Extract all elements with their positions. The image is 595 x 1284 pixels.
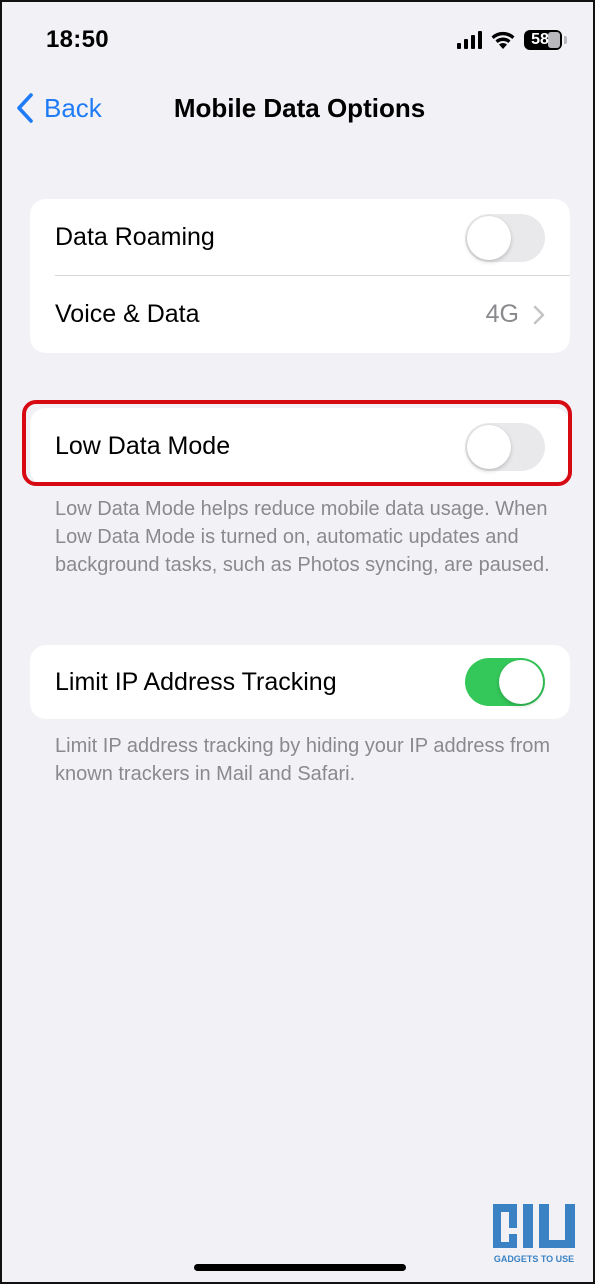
wifi-icon <box>491 31 515 49</box>
status-bar: 18:50 58 <box>2 2 593 76</box>
home-indicator[interactable] <box>194 1264 406 1271</box>
battery-icon: 58 <box>524 30 562 50</box>
navigation-bar: Mobile Data Options Back <box>2 82 593 134</box>
data-roaming-toggle[interactable] <box>465 213 545 262</box>
roaming-voice-group: Data Roaming Voice & Data 4G <box>30 199 570 353</box>
limit-ip-toggle[interactable] <box>465 658 545 706</box>
status-icons: 58 <box>457 28 567 52</box>
limit-ip-row: Limit IP Address Tracking <box>30 645 570 719</box>
voice-data-label: Voice & Data <box>55 300 200 328</box>
low-data-mode-label: Low Data Mode <box>55 432 231 460</box>
low-data-mode-toggle[interactable] <box>465 422 545 471</box>
status-time: 18:50 <box>46 26 109 53</box>
watermark-text: GADGETS TO USE <box>494 1254 574 1264</box>
voice-data-value: 4G <box>485 300 519 328</box>
voice-data-row[interactable]: Voice & Data 4G <box>30 276 570 353</box>
chevron-left-icon <box>17 93 33 123</box>
data-roaming-label: Data Roaming <box>55 223 215 251</box>
low-data-mode-footnote: Low Data Mode helps reduce mobile data u… <box>55 498 550 576</box>
battery-nub <box>564 36 567 44</box>
limit-ip-footnote: Limit IP address tracking by hiding your… <box>55 735 551 785</box>
data-roaming-row: Data Roaming <box>30 199 570 276</box>
limit-ip-group: Limit IP Address Tracking <box>30 645 570 719</box>
low-data-mode-group: Low Data Mode <box>30 408 570 485</box>
limit-ip-label: Limit IP Address Tracking <box>55 667 337 696</box>
back-label: Back <box>44 92 102 123</box>
signal-bars-icon <box>457 31 482 49</box>
low-data-mode-row: Low Data Mode <box>30 408 570 485</box>
chevron-right-icon <box>533 305 545 324</box>
battery-level: 58 <box>531 31 549 48</box>
gadgets-to-use-logo: GADGETS TO USE <box>493 1204 575 1264</box>
back-button[interactable]: Back <box>16 82 102 134</box>
